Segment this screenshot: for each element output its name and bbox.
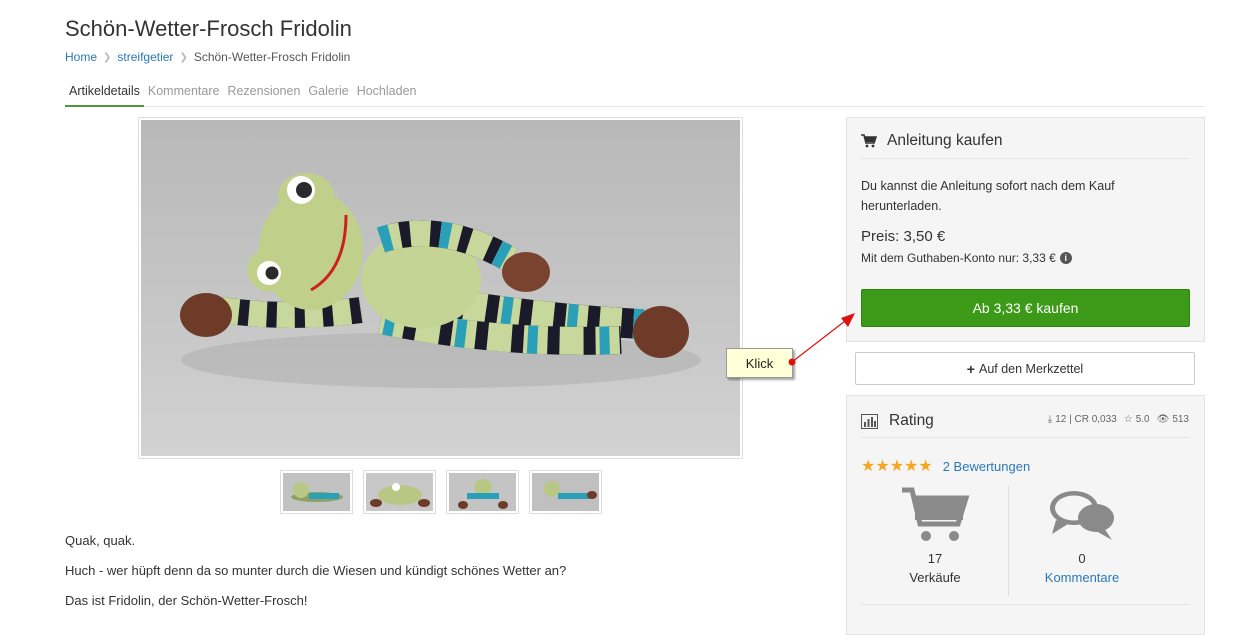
chevron-right-icon: ❯ [179,51,188,63]
comments-stat: 0 Kommentare [1007,486,1157,585]
star-rating: ★★★★★ 2 Bewertungen [861,456,1030,476]
tab-galerie[interactable]: Galerie [304,82,352,107]
rating-title: Rating [889,412,934,429]
download-stats: 12 | CR 0,033 [1055,414,1117,425]
buy-box: Anleitung kaufen Du kannst die Anleitung… [846,117,1205,342]
comments-link[interactable]: Kommentare [1007,570,1157,585]
reviews-link[interactable]: 2 Bewertungen [943,459,1030,474]
buy-box-text: Du kannst die Anleitung sofort nach dem … [861,179,1115,213]
price-label: Preis: 3,50 € [861,228,946,245]
eye-icon: 👁︎ [1156,414,1170,425]
tab-rezensionen[interactable]: Rezensionen [223,82,304,107]
sales-stat: 17 Verkäufe [860,486,1010,585]
wishlist-button-label: Auf den Merkzettel [978,361,1084,376]
stars-value: 5.0 [1135,414,1150,425]
crochet-frog-photo [141,120,740,456]
rating-divider [861,604,1189,605]
star-icons: ★★★★★ [861,458,933,475]
wishlist-button[interactable]: + Auf den Merkzettel [855,352,1195,385]
download-icon: ⤓ [1047,414,1053,425]
tab-hochladen[interactable]: Hochladen [353,82,421,107]
thumbnail-1[interactable] [280,470,353,514]
plus-icon: + [966,360,975,377]
buy-box-title: Anleitung kaufen [887,132,1003,149]
buy-box-heading: Anleitung kaufen [861,132,1189,159]
description-paragraph: Quak, quak. [65,533,136,548]
sales-label: Verkäufe [909,570,961,585]
breadcrumb-home-link[interactable]: Home [65,50,97,64]
thumbnail-3[interactable] [446,470,519,514]
shopping-cart-icon [861,134,879,153]
guthaben-label: Mit dem Guthaben-Konto nur: 3,33 € i [861,251,1072,265]
product-description: Quak, quak. Huch - wer hüpft denn da so … [65,533,566,623]
description-paragraph: Das ist Fridolin, der Schön-Wetter-Frosc… [65,593,308,608]
thumbnail-2[interactable] [363,470,436,514]
tab-artikeldetails[interactable]: Artikeldetails [65,82,144,107]
product-main-image[interactable] [138,117,743,459]
klick-callout: Klick [726,348,793,378]
sales-count: 17 [927,551,943,566]
rating-box: Rating ⤓ 12 | CR 0,033 ☆ 5.0 👁︎ 513 ★★★★… [846,395,1205,635]
breadcrumb-current: Schön-Wetter-Frosch Fridolin [193,50,351,64]
rating-stats: ⤓ 12 | CR 0,033 ☆ 5.0 👁︎ 513 [1048,414,1189,425]
buy-button[interactable]: Ab 3,33 € kaufen [861,289,1190,327]
guthaben-text: Mit dem Guthaben-Konto nur: 3,33 € [861,251,1056,265]
tab-kommentare[interactable]: Kommentare [144,82,224,107]
views-count: 513 [1172,414,1189,425]
description-paragraph: Huch - wer hüpft denn da so munter durch… [65,563,567,578]
bar-chart-icon [861,414,879,434]
breadcrumb: Home ❯ streifgetier ❯ Schön-Wetter-Frosc… [65,50,350,64]
thumbnail-strip [280,470,602,514]
thumbnail-4[interactable] [529,470,602,514]
chevron-right-icon: ❯ [103,51,112,63]
comments-count: 0 [1078,551,1086,566]
breadcrumb-category-link[interactable]: streifgetier [117,50,173,64]
info-icon[interactable]: i [1059,252,1072,264]
cart-large-icon [860,486,1010,547]
comments-large-icon [1007,486,1157,547]
half-star-icon: ☆ [1123,414,1133,425]
page-title: Schön-Wetter-Frosch Fridolin [65,16,352,41]
tab-bar: Artikeldetails Kommentare Rezensionen Ga… [65,82,1205,107]
